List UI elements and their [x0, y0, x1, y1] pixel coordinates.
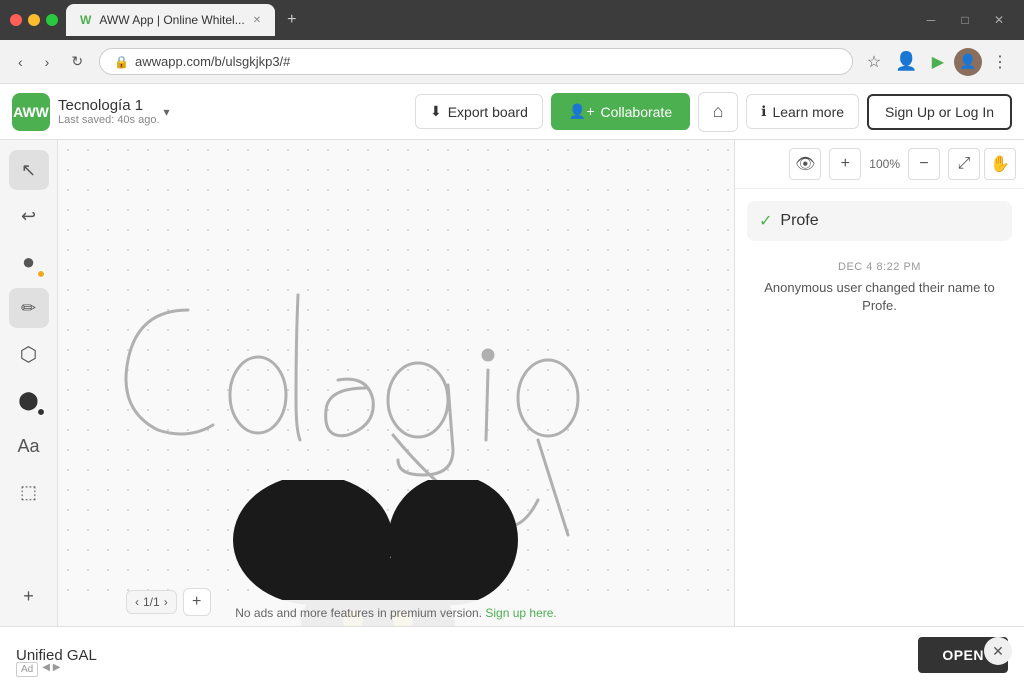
user-panel: ✓ Profe DEC 4 8:22 PM Anonymous user cha…: [735, 189, 1024, 335]
add-tool[interactable]: +: [9, 576, 49, 616]
color-tool[interactable]: ●: [9, 242, 49, 282]
close-ad-btn[interactable]: ✕: [984, 637, 1012, 665]
select-icon: ↖: [21, 160, 36, 181]
url-text: awwapp.com/b/ulsgkjkp3/#: [135, 54, 290, 69]
eye-view-btn[interactable]: 👁: [789, 148, 821, 180]
add-page-btn[interactable]: +: [183, 588, 211, 616]
board-name: Tecnología 1: [58, 97, 160, 114]
main-toolbar: AWW Tecnología 1 Last saved: 40s ago. ▾ …: [0, 84, 1024, 140]
url-bar[interactable]: 🔒 awwapp.com/b/ulsgkjkp3/#: [99, 48, 853, 75]
zoom-controls: 👁 + 100% − ⤢ ✋: [735, 140, 1024, 189]
info-icon: ℹ: [761, 103, 766, 120]
forward-btn[interactable]: ›: [39, 50, 56, 74]
activity-text: Anonymous user changed their name to Pro…: [747, 279, 1012, 315]
back-btn[interactable]: ‹: [12, 50, 29, 74]
new-tab-btn[interactable]: +: [279, 7, 304, 33]
window-close-btn[interactable]: ✕: [984, 5, 1014, 35]
user-name: Profe: [780, 212, 818, 230]
page-number: 1/1: [143, 595, 160, 609]
left-toolbar: ↖ ↩ ● ✏ ⬡ ⬤ Aa ⬚: [0, 140, 58, 626]
right-panel: 👁 + 100% − ⤢ ✋: [734, 140, 1024, 626]
undo-icon: ↩: [21, 206, 36, 227]
close-icon: ✕: [992, 643, 1004, 660]
home-button[interactable]: ⌂: [698, 92, 738, 132]
tab-close-icon[interactable]: ✕: [253, 15, 261, 26]
expand-icon: ⤢: [958, 155, 971, 173]
next-page-btn[interactable]: ›: [164, 595, 168, 609]
logo-text: AWW: [13, 104, 49, 120]
bookmark-btn[interactable]: ☆: [863, 48, 885, 76]
canvas-area[interactable]: No ads and more features in premium vers…: [58, 140, 734, 626]
add-icon: +: [23, 586, 34, 607]
circle-icon: ⬤: [18, 390, 38, 411]
activity-section: DEC 4 8:22 PM Anonymous user changed the…: [747, 253, 1012, 323]
collaborate-button[interactable]: 👤+ Collaborate: [551, 93, 690, 130]
zoom-level: 100%: [865, 157, 904, 171]
signup-login-button[interactable]: Sign Up or Log In: [867, 94, 1012, 130]
lock-icon: 🔒: [114, 55, 129, 69]
zoom-in-icon: +: [841, 155, 850, 173]
color-indicator: [37, 270, 45, 278]
refresh-btn[interactable]: ↻: [65, 49, 89, 74]
circle-tool[interactable]: ⬤: [9, 380, 49, 420]
learn-label: Learn more: [772, 104, 844, 120]
premium-text: No ads and more features in premium vers…: [235, 606, 482, 620]
sidebar-bottom: +: [9, 576, 49, 616]
close-window-btn[interactable]: [10, 14, 22, 26]
zoom-in-btn[interactable]: +: [829, 148, 861, 180]
circle-dot: [37, 408, 45, 416]
eye-icon: 👁: [795, 154, 815, 174]
menu-btn[interactable]: ⋮: [988, 48, 1012, 76]
select-tool[interactable]: ↖: [9, 150, 49, 190]
check-icon: ✓: [759, 211, 772, 231]
tab-title: AWW App | Online Whitel...: [99, 13, 244, 27]
drawing-canvas[interactable]: [58, 140, 734, 626]
ad-label: Ad: [16, 662, 38, 677]
profile-avatar[interactable]: 👤: [954, 48, 982, 76]
board-name-section[interactable]: Tecnología 1 Last saved: 40s ago. ▾: [58, 97, 170, 126]
export-label: Export board: [448, 104, 528, 120]
color-icon: ●: [22, 249, 35, 275]
learn-more-button[interactable]: ℹ Learn more: [746, 94, 859, 129]
ad-nav: ◀ ▶: [42, 662, 60, 677]
eraser-tool[interactable]: ⬡: [9, 334, 49, 374]
activity-date: DEC 4 8:22 PM: [747, 261, 1012, 273]
export-board-button[interactable]: ⬇ Export board: [415, 94, 543, 129]
signup-link[interactable]: Sign up here.: [485, 606, 556, 620]
zoom-out-icon: −: [919, 155, 928, 173]
maximize-window-btn[interactable]: [46, 14, 58, 26]
ext-btn-2[interactable]: ▶: [928, 48, 948, 76]
hand-tool-btn[interactable]: ✋: [984, 148, 1016, 180]
export-icon: ⬇: [430, 103, 442, 120]
window-maximize-btn[interactable]: □: [950, 5, 980, 35]
signup-label: Sign Up or Log In: [885, 104, 994, 120]
collaborate-icon: 👤+: [569, 103, 595, 120]
collaborate-label: Collaborate: [601, 104, 673, 120]
prev-page-btn[interactable]: ‹: [135, 595, 139, 609]
ad-banner: Unified GAL Ad ◀ ▶ OPEN ✕: [0, 626, 1024, 683]
app-logo: AWW: [12, 93, 50, 131]
home-icon: ⌂: [713, 101, 724, 122]
hand-icon: ✋: [990, 154, 1010, 174]
undo-tool[interactable]: ↩: [9, 196, 49, 236]
text-icon: Aa: [17, 436, 39, 457]
board-subtitle: Last saved: 40s ago.: [58, 114, 160, 126]
ext-btn-1[interactable]: 👤: [891, 47, 921, 76]
eraser-icon: ⬡: [20, 342, 37, 367]
minimize-window-btn[interactable]: [28, 14, 40, 26]
page-indicator: ‹ 1/1 ›: [126, 590, 177, 614]
window-minimize-btn[interactable]: ─: [916, 5, 946, 35]
active-tab[interactable]: W AWW App | Online Whitel... ✕: [66, 4, 275, 36]
dropdown-arrow-icon: ▾: [164, 105, 170, 119]
sticky-tool[interactable]: ⬚: [9, 472, 49, 512]
expand-btn[interactable]: ⤢: [948, 148, 980, 180]
page-indicator-section: ‹ 1/1 › +: [126, 588, 211, 616]
zoom-out-btn[interactable]: −: [908, 148, 940, 180]
text-tool[interactable]: Aa: [9, 426, 49, 466]
ad-text: Unified GAL: [16, 647, 97, 664]
pen-tool[interactable]: ✏: [9, 288, 49, 328]
user-header: ✓ Profe: [747, 201, 1012, 241]
pen-icon: ✏: [21, 298, 36, 319]
sticky-icon: ⬚: [20, 482, 37, 503]
